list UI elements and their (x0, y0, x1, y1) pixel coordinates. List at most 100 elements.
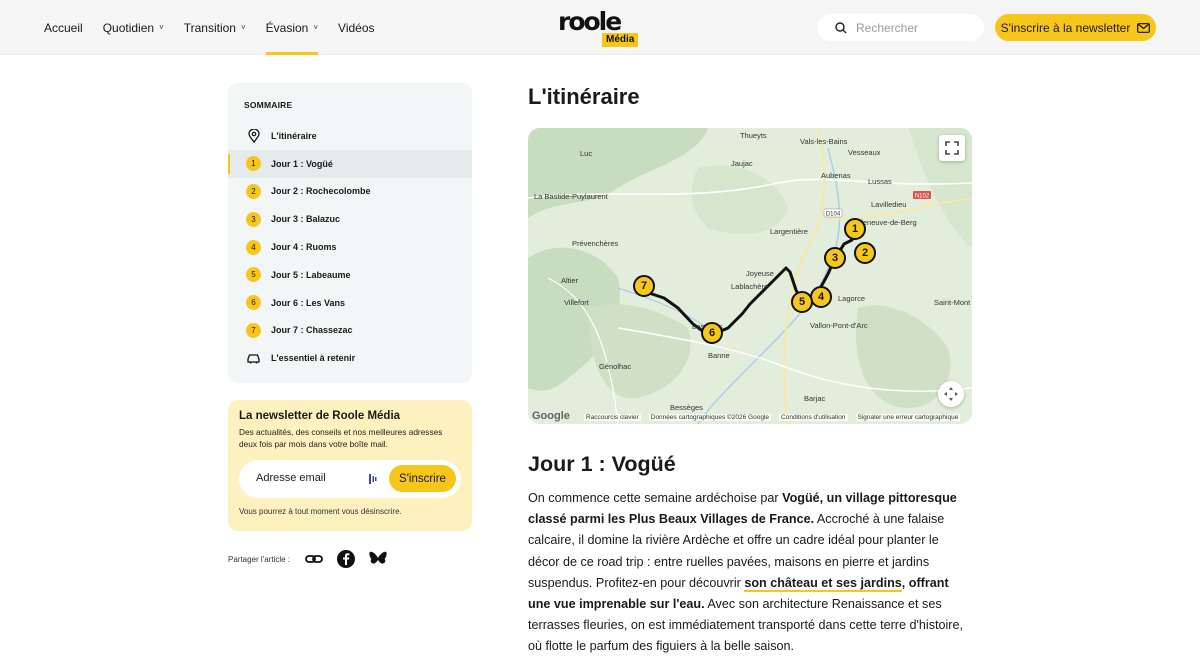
toc-item-label: Jour 5 : Labeaume (271, 269, 351, 280)
nav-item-evasion[interactable]: Évasion ˅ (265, 0, 319, 55)
email-field[interactable]: Adresse email (256, 472, 326, 484)
chateau-link[interactable]: son château et ses jardins (744, 575, 902, 592)
search-icon (835, 21, 847, 33)
toc-item-day-3[interactable]: 3 Jour 3 : Balazuc (228, 205, 472, 233)
map-place-label: Génolhac (599, 362, 631, 371)
map-marker-day-6[interactable]: 6 (701, 322, 723, 344)
map-place-label: Lussas (868, 177, 892, 186)
toc-item-day-7[interactable]: 7 Jour 7 : Chassezac (228, 317, 472, 345)
search-input[interactable]: Rechercher (817, 14, 984, 41)
map-place-label: Barjac (804, 394, 826, 403)
map-place-label: Lablachère (731, 282, 768, 291)
logo-wordmark: roole (558, 7, 622, 36)
newsletter-button-label: S'inscrire à la newsletter (1000, 20, 1131, 35)
day-number-badge: 7 (246, 322, 261, 338)
newsletter-title: La newsletter de Roole Média (239, 410, 401, 422)
day-number-badge: 3 (246, 211, 261, 227)
nav-label: Accueil (44, 20, 83, 35)
keyboard-shortcuts-link[interactable]: Raccourcis clavier (584, 414, 641, 421)
day-1-heading: Jour 1 : Vogüé (528, 452, 676, 476)
map-place-label: Banne (708, 351, 730, 360)
facebook-icon[interactable] (336, 549, 356, 569)
nav-label: Vidéos (338, 20, 375, 35)
camera-control-icon (944, 387, 958, 401)
map-place-label: Joyeuse (746, 269, 774, 278)
chevron-down-icon: ˅ (240, 23, 246, 32)
map-place-label: Vesseaux (848, 148, 881, 157)
newsletter-box: La newsletter de Roole Média Des actuali… (228, 400, 472, 531)
chevron-down-icon: ˅ (313, 23, 319, 32)
map-place-label: Thueyts (740, 131, 767, 140)
map-place-label: Vallon-Pont-d'Arc (810, 321, 868, 330)
nav-item-accueil[interactable]: Accueil (44, 0, 83, 55)
toc-item-essentials[interactable]: L'essentiel à retenir (228, 344, 472, 372)
map-place-label: Lagorce (838, 294, 865, 303)
toc-item-label: L'essentiel à retenir (271, 353, 356, 364)
map-data-credit: Données cartographiques ©2026 Google (648, 414, 772, 421)
body-text: On commence cette semaine ardéchoise par (528, 491, 783, 505)
toc-item-label: L'itinéraire (271, 130, 317, 141)
newsletter-note: Vous pourrez à tout moment vous désinscr… (239, 507, 402, 516)
toc-item-label: Jour 7 : Chassezac (271, 325, 353, 336)
map-place-label: Luc (580, 149, 592, 158)
toc-item-day-6[interactable]: 6 Jour 6 : Les Vans (228, 289, 472, 317)
fullscreen-icon (945, 141, 959, 155)
nav-item-videos[interactable]: Vidéos (338, 0, 374, 55)
map-marker-day-7[interactable]: 7 (633, 275, 655, 297)
toc-item-label: Jour 4 : Ruoms (271, 242, 337, 253)
map-marker-day-5[interactable]: 5 (791, 291, 813, 313)
map-place-label: Altier (561, 276, 579, 285)
day-number-badge: 2 (246, 183, 261, 199)
map-place-label: Jaujac (731, 159, 753, 168)
nav-item-quotidien[interactable]: Quotidien ˅ (103, 0, 164, 55)
newsletter-description: Des actualités, des conseils et nos meil… (239, 427, 443, 449)
map-place-label: Villefort (564, 298, 590, 307)
toc-item-label: Jour 6 : Les Vans (271, 297, 346, 308)
toc-item-day-2[interactable]: 2 Jour 2 : Rochecolombe (228, 178, 472, 206)
map-place-label: La Bastide-Puylaurent (534, 192, 609, 201)
password-manager-icon[interactable] (369, 473, 377, 485)
toc-item-label: Jour 2 : Rochecolombe (271, 186, 371, 197)
toc-item-day-1[interactable]: 1 Jour 1 : Vogüé (228, 149, 472, 178)
site-header: Accueil Quotidien ˅ Transition ˅ Évasion ˅ Vidé… (0, 0, 1200, 55)
mail-icon (1137, 22, 1151, 33)
report-error-link[interactable]: Signaler une erreur cartographique (855, 414, 961, 421)
share-bar: Partager l'article : (228, 549, 388, 569)
day-number-badge: 4 (246, 239, 261, 255)
map-place-label: Saint-Mont (934, 298, 971, 307)
bluesky-icon[interactable] (368, 549, 388, 569)
subscribe-button[interactable]: S'inscrire (389, 465, 456, 492)
main-nav: Accueil Quotidien ˅ Transition ˅ Évasion ˅ Vidé… (44, 0, 375, 55)
map-place-label: Prévenchères (572, 239, 619, 248)
search-placeholder: Rechercher (856, 20, 919, 35)
nav-item-transition[interactable]: Transition ˅ (184, 0, 246, 55)
toc-item-day-5[interactable]: 5 Jour 5 : Labeaume (228, 261, 472, 289)
table-of-contents: SOMMAIRE L'itinéraire 1 Jour 1 : Vogüé 2 Jou… (228, 83, 472, 383)
day-number-badge: 5 (246, 267, 261, 283)
map-marker-day-2[interactable]: 2 (854, 242, 876, 264)
road-label-n102: N102 (915, 194, 930, 200)
map-camera-control[interactable] (938, 381, 964, 407)
day-number-badge: 6 (246, 295, 261, 311)
toc-item-label: Jour 3 : Balazuc (271, 214, 341, 225)
newsletter-form: Adresse email S'inscrire (239, 460, 461, 498)
share-label: Partager l'article : (228, 554, 290, 564)
nav-label: Évasion (265, 20, 309, 35)
route-map[interactable]: D104 N102 Thueyts Vals-les-Bains Vesseaux L… (528, 128, 972, 424)
newsletter-signup-button[interactable]: S'inscrire à la newsletter (995, 14, 1156, 41)
map-marker-day-4[interactable]: 4 (810, 286, 832, 308)
map-marker-day-3[interactable]: 3 (824, 247, 846, 269)
map-place-label: Largentière (770, 227, 808, 236)
chevron-down-icon: ˅ (159, 23, 164, 32)
link-icon[interactable] (304, 549, 324, 569)
map-place-label: Vals-les-Bains (800, 137, 848, 146)
toc-item-day-4[interactable]: 4 Jour 4 : Ruoms (228, 233, 472, 261)
roole-media-logo[interactable]: roole Média (558, 8, 642, 48)
map-marker-day-1[interactable]: 1 (844, 218, 866, 240)
terms-link[interactable]: Conditions d'utilisation (779, 414, 848, 421)
toc-item-itinerary[interactable]: L'itinéraire (228, 122, 472, 150)
toc-item-label: Jour 1 : Vogüé (271, 158, 333, 169)
map-canvas[interactable]: D104 N102 Thueyts Vals-les-BainsVesseaux L… (528, 128, 972, 424)
road-label-d104: D104 (826, 212, 841, 218)
fullscreen-button[interactable] (939, 135, 965, 161)
